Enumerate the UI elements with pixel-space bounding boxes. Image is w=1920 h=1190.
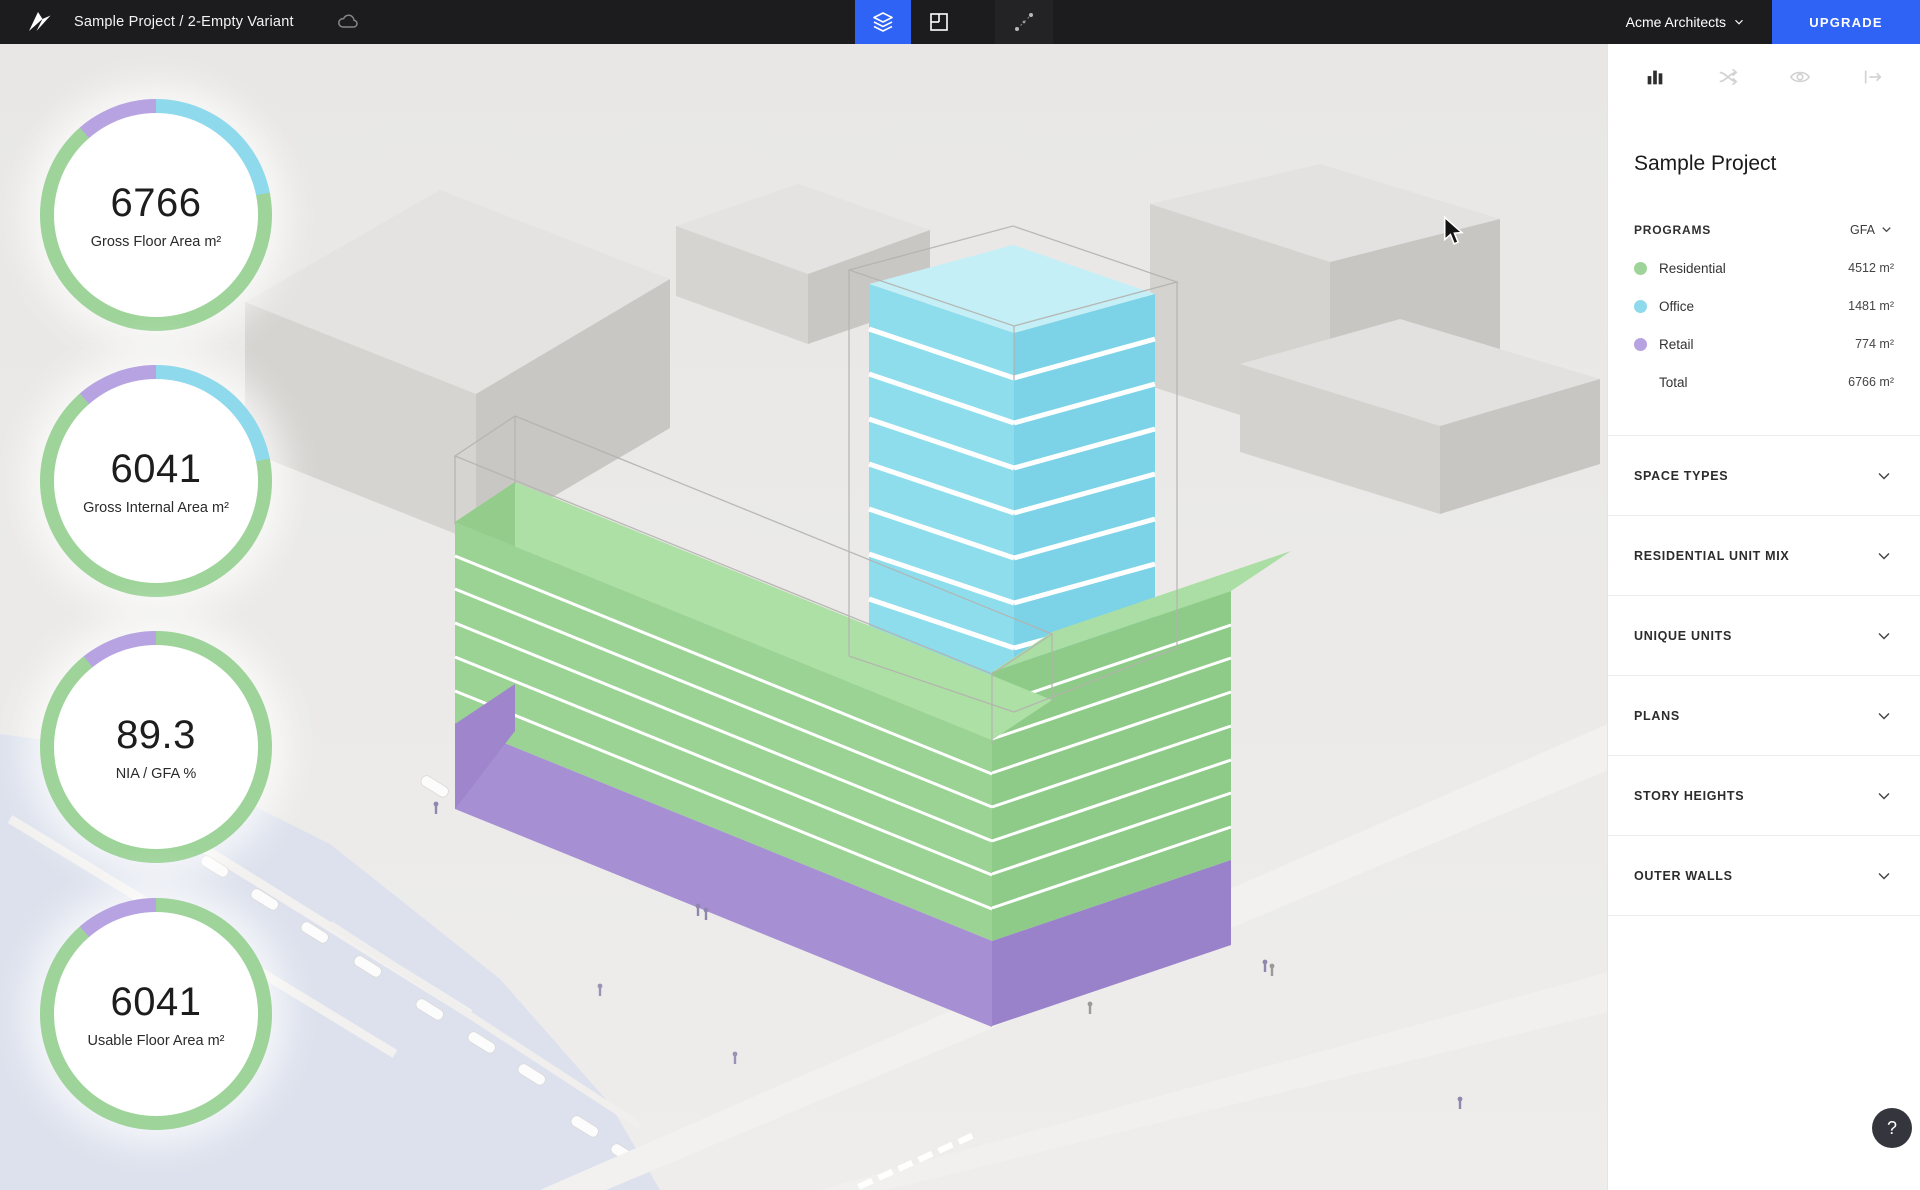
- program-row-retail: Retail 774 m²: [1634, 325, 1894, 363]
- upgrade-button[interactable]: UPGRADE: [1772, 0, 1920, 44]
- panel-tab-bar: [1608, 44, 1920, 104]
- cloud-sync-icon[interactable]: [336, 10, 360, 34]
- inspector-panel: Sample Project PROGRAMS GFA Residential …: [1608, 44, 1920, 1190]
- section-story-heights[interactable]: STORY HEIGHTS: [1608, 755, 1920, 835]
- chevron-down-icon: [1874, 466, 1894, 486]
- program-value: 1481 m²: [1848, 299, 1894, 313]
- chevron-down-icon: [1879, 222, 1894, 237]
- office-color-dot: [1634, 300, 1647, 313]
- chevron-down-icon: [1874, 706, 1894, 726]
- help-button[interactable]: ?: [1872, 1108, 1912, 1148]
- program-value: 4512 m²: [1848, 261, 1894, 275]
- gauge-label: Gross Internal Area m²: [83, 500, 229, 516]
- top-bar: Sample Project / 2-Empty Variant Acme Ar…: [0, 0, 1920, 44]
- export-arrow-icon: [1862, 66, 1884, 88]
- residential-color-dot: [1634, 262, 1647, 275]
- section-unique-units[interactable]: UNIQUE UNITS: [1608, 595, 1920, 675]
- export-tab[interactable]: [1862, 66, 1884, 88]
- gauge-nia-gfa: 89.3 NIA / GFA %: [40, 631, 272, 863]
- compare-arrows-icon: [1717, 66, 1739, 88]
- gauge-value: 6766: [111, 181, 202, 226]
- section-residential-unit-mix[interactable]: RESIDENTIAL UNIT MIX: [1608, 515, 1920, 595]
- dotted-line-icon: [1011, 9, 1037, 35]
- section-plans[interactable]: PLANS: [1608, 675, 1920, 755]
- gauge-value: 6041: [111, 447, 202, 492]
- gauge-gross-floor-area: 6766 Gross Floor Area m²: [40, 99, 272, 331]
- chevron-down-icon: [1874, 786, 1894, 806]
- mouse-cursor: [1443, 216, 1465, 246]
- programs-heading: PROGRAMS: [1634, 223, 1711, 237]
- program-row-office: Office 1481 m²: [1634, 287, 1894, 325]
- layers-3d-icon: [871, 10, 895, 34]
- scene-3d-view[interactable]: 6766 Gross Floor Area m² 6041 Gross Inte…: [0, 44, 1608, 1190]
- total-label: Total: [1659, 375, 1848, 390]
- program-value: 774 m²: [1855, 337, 1894, 351]
- app-logo-icon[interactable]: [26, 9, 52, 35]
- view-toolbar: [855, 0, 1053, 44]
- gauge-value: 6041: [111, 980, 202, 1025]
- breadcrumb[interactable]: Sample Project / 2-Empty Variant: [74, 14, 294, 30]
- section-space-types[interactable]: SPACE TYPES: [1608, 435, 1920, 515]
- statistics-tab[interactable]: [1644, 66, 1666, 88]
- gauge-label: Usable Floor Area m²: [88, 1033, 225, 1049]
- visibility-tab[interactable]: [1789, 66, 1811, 88]
- gauge-label: NIA / GFA %: [116, 766, 197, 782]
- compare-tab[interactable]: [1717, 66, 1739, 88]
- gauge-value: 89.3: [116, 713, 196, 758]
- program-row-total: Total 6766 m²: [1634, 363, 1894, 401]
- floor-plan-icon: [927, 10, 951, 34]
- gauge-gross-internal-area: 6041 Gross Internal Area m²: [40, 365, 272, 597]
- org-name: Acme Architects: [1626, 14, 1726, 30]
- chevron-down-icon: [1732, 15, 1746, 29]
- program-row-residential: Residential 4512 m²: [1634, 249, 1894, 287]
- program-name: Retail: [1659, 337, 1855, 352]
- total-value: 6766 m²: [1848, 375, 1894, 389]
- section-outer-walls[interactable]: OUTER WALLS: [1608, 835, 1920, 915]
- section-line-tool-button[interactable]: [995, 0, 1053, 44]
- view-plan-button[interactable]: [911, 0, 967, 44]
- org-menu[interactable]: Acme Architects: [1626, 14, 1746, 30]
- chevron-down-icon: [1874, 626, 1894, 646]
- chevron-down-icon: [1874, 546, 1894, 566]
- program-name: Office: [1659, 299, 1848, 314]
- bar-chart-icon: [1644, 66, 1666, 88]
- project-title: Sample Project: [1608, 104, 1920, 176]
- view-3d-button[interactable]: [855, 0, 911, 44]
- topbar-right: Acme Architects UPGRADE: [1626, 0, 1920, 44]
- gauge-label: Gross Floor Area m²: [91, 234, 222, 250]
- program-name: Residential: [1659, 261, 1848, 276]
- unit-selector-value: GFA: [1850, 223, 1875, 237]
- chevron-down-icon: [1874, 866, 1894, 886]
- eye-icon: [1789, 66, 1811, 88]
- retail-color-dot: [1634, 338, 1647, 351]
- programs-block: PROGRAMS GFA Residential 4512 m² Office …: [1608, 176, 1920, 435]
- gauge-usable-floor-area: 6041 Usable Floor Area m²: [40, 898, 272, 1130]
- unit-selector[interactable]: GFA: [1850, 222, 1894, 237]
